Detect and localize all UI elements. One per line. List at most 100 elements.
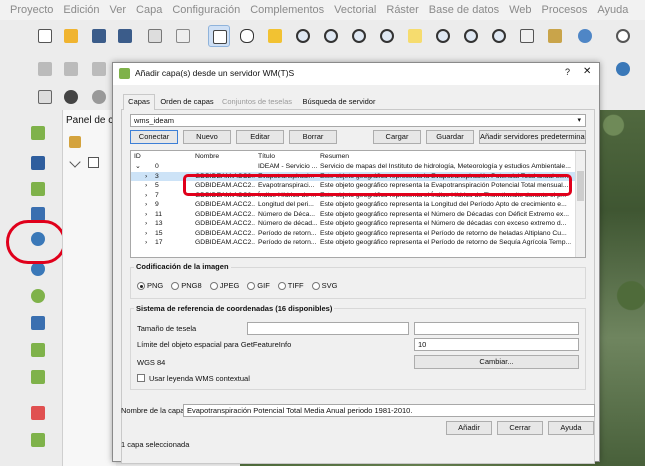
new-button[interactable]: Nuevo <box>183 130 231 144</box>
refresh-icon[interactable] <box>574 25 596 47</box>
row-chevron-icon[interactable]: › <box>145 219 147 228</box>
new-geopackage-icon[interactable] <box>27 339 49 361</box>
zoom-last-icon[interactable] <box>460 25 482 47</box>
row-chevron-icon[interactable]: › <box>145 238 147 247</box>
tile-width-input[interactable] <box>247 322 409 335</box>
layers-table[interactable]: ID Nombre Título Resumen ⌄ 0 IDEAM - Servi… <box>130 150 586 258</box>
pan-hand-icon[interactable] <box>236 25 258 47</box>
zoom-out-icon[interactable] <box>320 25 342 47</box>
zoom-full-icon[interactable] <box>376 25 398 47</box>
table-row[interactable]: › 13 GDBIDEAM.ACC2... Número de décad... Est… <box>131 219 575 228</box>
row-chevron-icon[interactable]: › <box>145 172 147 181</box>
new-memory-layer-icon[interactable] <box>27 366 49 388</box>
row-chevron-icon[interactable]: › <box>145 229 147 238</box>
save-edits-icon[interactable] <box>88 58 110 80</box>
layer-name-input[interactable]: Evapotranspiración Potencial Total Media… <box>183 404 595 417</box>
help-icon[interactable]: ? <box>565 67 570 77</box>
menu-vectorial[interactable]: Vectorial <box>334 4 376 16</box>
add-button[interactable]: Añadir <box>446 421 492 435</box>
legend-checkbox[interactable] <box>137 374 145 382</box>
close-icon[interactable]: ✕ <box>583 66 591 77</box>
print-layout-icon[interactable] <box>144 25 166 47</box>
save-as-icon[interactable] <box>114 25 136 47</box>
row-chevron-icon[interactable]: › <box>145 200 147 209</box>
add-oracle-icon[interactable] <box>27 429 49 451</box>
zoom-selection-icon[interactable] <box>404 25 426 47</box>
encoding-option-png8[interactable]: PNG8 <box>171 281 202 291</box>
encoding-option-gif[interactable]: GIF <box>247 281 270 291</box>
table-row[interactable]: › 11 GDBIDEAM.ACC2... Número de Déca... Este… <box>131 210 575 219</box>
add-default-servers-button[interactable]: Añadir servidores predeterminados <box>479 130 586 144</box>
add-wfs-layer-icon[interactable] <box>27 285 49 307</box>
zoom-native-icon[interactable] <box>348 25 370 47</box>
menu-configuracion[interactable]: Configuración <box>172 4 240 16</box>
edit-pencil-icon[interactable] <box>60 58 82 80</box>
measure-icon[interactable] <box>34 86 56 108</box>
new-map-view-icon[interactable] <box>516 25 538 47</box>
zoom-in-icon[interactable] <box>292 25 314 47</box>
scrollbar-thumb[interactable] <box>577 171 584 201</box>
bookmark-icon[interactable] <box>544 25 566 47</box>
table-row[interactable]: › 17 GDBIDEAM.ACC2... Período de retorn... E… <box>131 238 575 247</box>
tile-height-input[interactable] <box>414 322 579 335</box>
row-chevron-icon[interactable]: › <box>145 210 147 219</box>
encoding-option-svg[interactable]: SVG <box>311 281 337 291</box>
add-delimited-text-icon[interactable] <box>27 178 49 200</box>
row-chevron-icon[interactable]: › <box>145 191 147 200</box>
feature-limit-input[interactable]: 10 <box>414 338 579 351</box>
table-row[interactable]: › 15 GDBIDEAM.ACC2... Período de retorn... E… <box>131 229 575 238</box>
table-scrollbar[interactable] <box>575 151 585 257</box>
add-raster-layer-icon[interactable] <box>27 152 49 174</box>
open-folder-icon[interactable] <box>60 25 82 47</box>
edit-button[interactable]: Editar <box>236 130 284 144</box>
table-row[interactable]: › 9 GDBIDEAM.ACC2... Longitud del peri... Es… <box>131 200 575 209</box>
radio-button[interactable] <box>209 282 218 291</box>
menu-ayuda[interactable]: Ayuda <box>597 4 628 16</box>
menu-complementos[interactable]: Complementos <box>250 4 324 16</box>
change-crs-button[interactable]: Cambiar... <box>414 355 579 369</box>
tab-orden-de-capas[interactable]: Orden de capas <box>158 95 216 109</box>
menu-proyecto[interactable]: Proyecto <box>10 4 53 16</box>
tab-capas[interactable]: Capas <box>123 94 155 110</box>
tab-busqueda-de-servidor[interactable]: Búsqueda de servidor <box>299 95 379 109</box>
pan-to-selection-icon[interactable] <box>264 25 286 47</box>
menu-base-de-datos[interactable]: Base de datos <box>429 4 499 16</box>
layer-checkbox[interactable] <box>88 157 99 168</box>
tab-conjuntos-de-teselas[interactable]: Conjuntos de teselas <box>220 95 294 109</box>
radio-button[interactable] <box>247 282 256 291</box>
radio-button[interactable] <box>311 282 320 291</box>
server-select[interactable]: wms_ideam ▾ <box>130 114 586 127</box>
close-button[interactable]: Cerrar <box>497 421 543 435</box>
row-chevron-icon[interactable]: › <box>145 181 147 190</box>
encoding-option-png[interactable]: PNG <box>137 281 163 291</box>
menu-ver[interactable]: Ver <box>110 4 127 16</box>
digitize-icon[interactable] <box>34 58 56 80</box>
menu-capa[interactable]: Capa <box>136 4 162 16</box>
table-row[interactable]: ⌄ 0 IDEAM - Servicio ... Servicio de mapas … <box>131 162 575 171</box>
style-brush-icon[interactable] <box>69 136 81 148</box>
menu-edicion[interactable]: Edición <box>63 4 99 16</box>
menu-procesos[interactable]: Procesos <box>542 4 588 16</box>
identify-icon[interactable] <box>208 25 230 47</box>
new-shapefile-icon[interactable] <box>27 312 49 334</box>
expand-chevron-icon[interactable] <box>69 156 81 168</box>
menu-web[interactable]: Web <box>509 4 531 16</box>
save-icon[interactable] <box>88 25 110 47</box>
radio-button[interactable] <box>277 282 286 291</box>
globe-icon[interactable] <box>612 58 634 80</box>
save-button[interactable]: Guardar <box>426 130 474 144</box>
search-icon[interactable] <box>612 25 634 47</box>
add-vector-layer-icon[interactable] <box>27 122 49 144</box>
encoding-option-jpeg[interactable]: JPEG <box>209 281 239 291</box>
undo-icon[interactable] <box>88 86 110 108</box>
delete-button[interactable]: Borrar <box>289 130 337 144</box>
help-button[interactable]: Ayuda <box>548 421 594 435</box>
radio-button[interactable] <box>137 282 145 291</box>
add-mssql-icon[interactable] <box>27 402 49 424</box>
menu-raster[interactable]: Ráster <box>386 4 418 16</box>
row-chevron-icon[interactable]: ⌄ <box>135 162 141 171</box>
layout-manager-icon[interactable] <box>172 25 194 47</box>
zoom-next-icon[interactable] <box>488 25 510 47</box>
load-button[interactable]: Cargar <box>373 130 421 144</box>
connect-button[interactable]: Conectar <box>130 130 178 144</box>
